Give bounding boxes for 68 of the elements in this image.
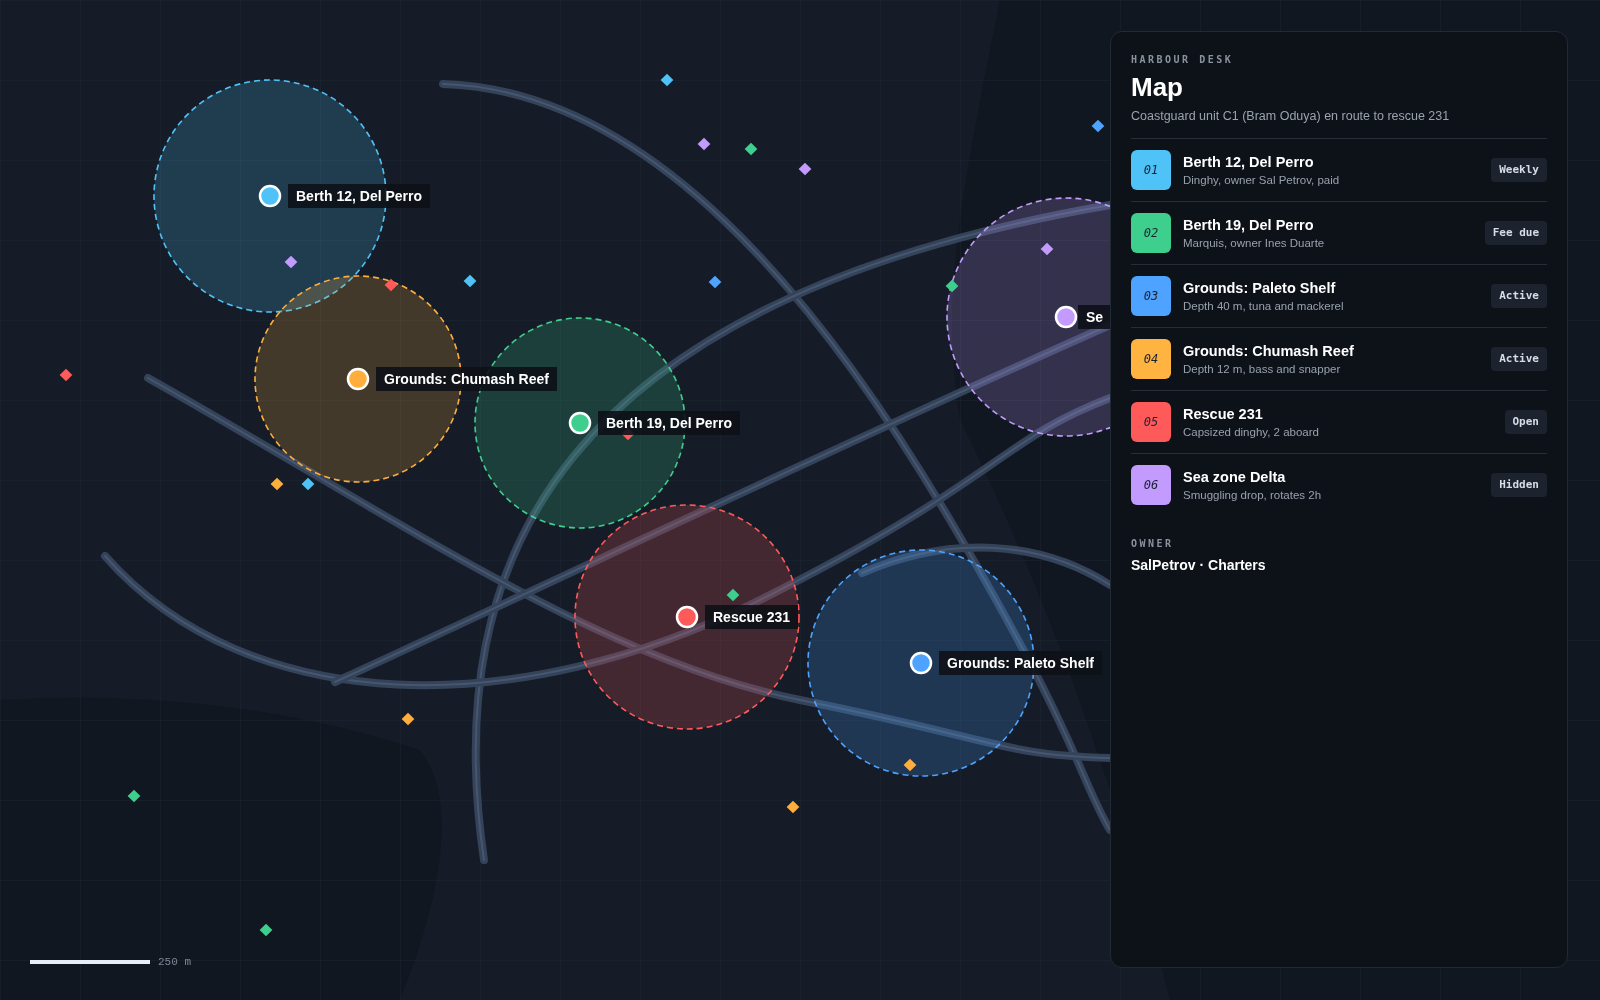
index-badge: 05 — [1131, 401, 1171, 442]
pin-label: Grounds: Paleto Shelf — [939, 651, 1102, 675]
poi-marker — [284, 255, 298, 269]
list-item[interactable]: 01 Berth 12, Del Perro Dinghy, owner Sal Petrov, paid Weekly — [1131, 138, 1547, 202]
pin-label: Berth 19, Del Perro — [598, 411, 741, 435]
pin-dot[interactable] — [346, 367, 370, 391]
index-badge: 01 — [1131, 149, 1171, 190]
list-item[interactable]: 03 Grounds: Paleto Shelf Depth 40 m, tuna and mackerel Active — [1131, 264, 1547, 328]
scale-label: 250 m — [158, 954, 191, 970]
panel-title: Map — [1131, 71, 1184, 103]
poi-marker — [259, 923, 273, 937]
poi-marker — [270, 477, 284, 491]
item-detail: Smuggling drop, rotates 2h — [1183, 487, 1323, 503]
poi-marker — [301, 477, 315, 491]
poi-marker — [59, 368, 73, 382]
item-title: Sea zone Delta — [1183, 467, 1287, 487]
status-tag: Hidden — [1491, 472, 1547, 497]
pin-label: Berth 12, Del Perro — [288, 184, 431, 208]
item-detail: Depth 12 m, bass and snapper — [1183, 361, 1342, 377]
list-item[interactable]: 05 Rescue 231 Capsized dinghy, 2 aboard Open — [1131, 390, 1547, 454]
poi-marker — [798, 162, 812, 176]
status-tag: Open — [1504, 409, 1547, 434]
status-tag: Fee due — [1484, 220, 1547, 245]
item-detail: Marquis, owner Ines Duarte — [1183, 235, 1326, 251]
item-title: Berth 12, Del Perro — [1183, 152, 1315, 172]
poi-marker — [726, 588, 740, 602]
poi-marker — [786, 800, 800, 814]
poi-marker — [401, 712, 415, 726]
poi-marker — [127, 789, 141, 803]
pin-dot[interactable] — [258, 184, 282, 208]
poi-marker — [384, 278, 398, 292]
item-detail: Capsized dinghy, 2 aboard — [1183, 424, 1320, 440]
poi-marker — [697, 137, 711, 151]
index-badge: 06 — [1131, 464, 1171, 505]
pin-label: Rescue 231 — [705, 605, 799, 629]
panel-eyebrow: HARBOUR DESK — [1131, 53, 1235, 67]
index-badge: 02 — [1131, 212, 1171, 253]
poi-marker — [744, 142, 758, 156]
list-item[interactable]: 02 Berth 19, Del Perro Marquis, owner Ines Duarte Fee due — [1131, 201, 1547, 265]
item-detail: Dinghy, owner Sal Petrov, paid — [1183, 172, 1341, 188]
pin-dot[interactable] — [1054, 305, 1078, 329]
poi-marker — [1040, 242, 1054, 256]
poi-marker — [463, 274, 477, 288]
index-badge: 04 — [1131, 338, 1171, 379]
index-badge: 03 — [1131, 275, 1171, 316]
pin-label: Grounds: Chumash Reef — [376, 367, 557, 391]
panel-subtitle: Coastguard unit C1 (Bram Oduya) en route to rescue 231 — [1131, 107, 1547, 139]
item-title: Rescue 231 — [1183, 404, 1264, 424]
item-title: Grounds: Paleto Shelf — [1183, 278, 1337, 298]
pin-dot[interactable] — [568, 411, 592, 435]
owner-name: SalPetrov · Charters — [1131, 555, 1267, 575]
status-tag: Weekly — [1491, 157, 1547, 182]
pin-label: Se — [1078, 305, 1112, 329]
owner-label: OWNER — [1131, 536, 1175, 551]
pin-dot[interactable] — [909, 651, 933, 675]
item-detail: Depth 40 m, tuna and mackerel — [1183, 298, 1345, 314]
poi-marker — [1091, 119, 1105, 133]
list-item[interactable]: 04 Grounds: Chumash Reef Depth 12 m, bass and snapper Active — [1131, 327, 1547, 391]
poi-marker — [903, 758, 917, 772]
status-tag: Active — [1491, 283, 1547, 308]
poi-marker — [708, 275, 722, 289]
item-title: Grounds: Chumash Reef — [1183, 341, 1355, 361]
pin-dot[interactable] — [675, 605, 699, 629]
poi-marker — [945, 279, 959, 293]
status-tag: Active — [1491, 346, 1547, 371]
list-item[interactable]: 06 Sea zone Delta Smuggling drop, rotates 2h Hidden — [1131, 453, 1547, 516]
item-title: Berth 19, Del Perro — [1183, 215, 1315, 235]
poi-marker — [660, 73, 674, 87]
